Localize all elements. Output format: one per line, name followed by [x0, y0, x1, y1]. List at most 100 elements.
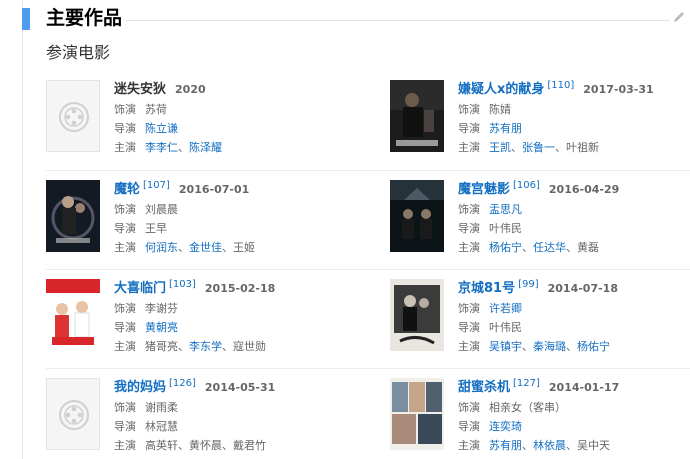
- role-label: 饰演: [458, 401, 480, 414]
- film-title[interactable]: 京城81号: [458, 281, 515, 296]
- cast-label: 主演: [458, 141, 480, 154]
- cast-text: 、寇世勋: [222, 340, 266, 353]
- citation-ref[interactable]: [107]: [143, 180, 170, 191]
- film-info: 京城81号 [99] 2014-07-18 饰演 许若卿 导演 叶伟民 主演 吴镇宇、秦海璐、杨…: [458, 279, 690, 356]
- release-date: 2014-07-18: [547, 282, 618, 295]
- director-label: 导演: [458, 321, 480, 334]
- film-title: 迷失安狄: [114, 82, 167, 97]
- cast-member-link[interactable]: 李东学: [189, 340, 222, 353]
- film-title[interactable]: 嫌疑人x的献身: [458, 82, 544, 97]
- cast-member-link[interactable]: 任达华: [533, 241, 566, 254]
- citation-ref[interactable]: [99]: [518, 279, 539, 290]
- film-title[interactable]: 大喜临门: [114, 281, 166, 296]
- role-label: 饰演: [114, 203, 136, 216]
- cast-member-link[interactable]: 秦海璐: [533, 340, 566, 353]
- film-info: 嫌疑人x的献身 [110] 2017-03-31 饰演 陈婧 导演 苏有朋 主演 王凯、张鲁一、…: [458, 80, 690, 157]
- director-name: 林冠慧: [145, 420, 178, 433]
- cast-member-link[interactable]: 陈泽耀: [189, 141, 222, 154]
- role-label: 饰演: [458, 103, 480, 116]
- film-poster[interactable]: [390, 80, 444, 152]
- film-poster[interactable]: [46, 378, 100, 450]
- film-info: 魔轮 [107] 2016-07-01 饰演 刘晨晨 导演 王早 主演 何润东、金世佳、王姬: [114, 180, 354, 257]
- citation-ref[interactable]: [103]: [169, 279, 196, 290]
- director-label: 导演: [114, 420, 136, 433]
- cast-text: 、: [511, 141, 522, 154]
- citation-ref[interactable]: [127]: [513, 378, 540, 389]
- cast-text: 高英轩、黄怀晨、戴君竹: [145, 439, 266, 452]
- film-item: 甜蜜杀机 [127] 2014-01-17 饰演 相亲女（客串） 导演 连奕琦 主演 苏有朋、林…: [390, 378, 690, 456]
- role-label: 饰演: [114, 401, 136, 414]
- section-marker: [22, 8, 30, 30]
- cast-text: 、: [522, 340, 533, 353]
- citation-ref[interactable]: [126]: [169, 378, 196, 389]
- cast-member-link[interactable]: 何润东: [145, 241, 178, 254]
- role-value[interactable]: 许若卿: [489, 302, 522, 315]
- cast-text: 、: [178, 340, 189, 353]
- release-date: 2017-03-31: [583, 83, 654, 96]
- film-title[interactable]: 魔宫魅影: [458, 182, 510, 197]
- director-label: 导演: [458, 222, 480, 235]
- director-name[interactable]: 黄朝亮: [145, 321, 178, 334]
- cast-member-link[interactable]: 杨佑宁: [577, 340, 610, 353]
- role-value: 谢雨柔: [145, 401, 178, 414]
- cast-member-link[interactable]: 金世佳: [189, 241, 222, 254]
- film-poster[interactable]: [46, 80, 100, 152]
- cast-member-link[interactable]: 林依晨: [533, 439, 566, 452]
- director-name[interactable]: 苏有朋: [489, 122, 522, 135]
- director-name: 叶伟民: [489, 321, 522, 334]
- film-item: 迷失安狄 2020 饰演 苏荷 导演 陈立谦 主演 李李仁、陈泽耀: [46, 80, 346, 158]
- cast-text: 、王姬: [222, 241, 255, 254]
- cast-member-link[interactable]: 张鲁一: [522, 141, 555, 154]
- cast-member-link[interactable]: 王凯: [489, 141, 511, 154]
- cast-label: 主演: [114, 340, 136, 353]
- film-item: 嫌疑人x的献身 [110] 2017-03-31 饰演 陈婧 导演 苏有朋 主演 王凯、张鲁一、…: [390, 80, 690, 158]
- film-title[interactable]: 魔轮: [114, 182, 140, 197]
- main-content: 主要作品 参演电影 迷失安狄 2020 饰演 苏荷 导演 陈立谦 主演 李李仁、陈泽耀 嫌疑人x…: [22, 0, 690, 459]
- film-title[interactable]: 我的妈妈: [114, 380, 166, 395]
- cast-member-link[interactable]: 苏有朋: [489, 439, 522, 452]
- section-title: 主要作品: [46, 7, 123, 29]
- role-value: 相亲女（客串）: [489, 401, 566, 414]
- release-date: 2016-04-29: [548, 183, 620, 196]
- cast-member-link[interactable]: 李李仁: [145, 141, 178, 154]
- cast-member-link[interactable]: 吴镇宇: [489, 340, 522, 353]
- film-info: 迷失安狄 2020 饰演 苏荷 导演 陈立谦 主演 李李仁、陈泽耀: [114, 80, 354, 157]
- film-poster[interactable]: [46, 279, 100, 351]
- cast-label: 主演: [458, 241, 480, 254]
- director-label: 导演: [114, 222, 136, 235]
- director-label: 导演: [114, 122, 136, 135]
- left-sidebar-strip: [0, 0, 23, 459]
- role-value[interactable]: 盂思凡: [489, 203, 522, 216]
- film-title[interactable]: 甜蜜杀机: [458, 380, 510, 395]
- release-date: 2020: [175, 83, 206, 96]
- film-poster[interactable]: [390, 180, 444, 252]
- cast-text: 猪哥亮: [145, 340, 178, 353]
- row-separator: [46, 269, 690, 270]
- role-value: 陈婧: [489, 103, 511, 116]
- director-name: 王早: [145, 222, 167, 235]
- film-item: 京城81号 [99] 2014-07-18 饰演 许若卿 导演 叶伟民 主演 吴镇宇、秦海璐、杨…: [390, 279, 690, 357]
- release-date: 2016-07-01: [178, 183, 250, 196]
- film-poster[interactable]: [390, 378, 444, 450]
- cast-text: 、: [522, 439, 533, 452]
- cast-text: 、: [178, 241, 189, 254]
- cast-label: 主演: [458, 439, 480, 452]
- role-label: 饰演: [458, 302, 480, 315]
- release-date: 2014-01-17: [548, 381, 620, 394]
- citation-ref[interactable]: [106]: [513, 180, 540, 191]
- cast-text: 、黄磊: [566, 241, 599, 254]
- director-name[interactable]: 陈立谦: [145, 122, 178, 135]
- edit-pencil-icon[interactable]: [672, 10, 686, 24]
- cast-member-link[interactable]: 杨佑宁: [489, 241, 522, 254]
- row-separator: [46, 170, 690, 171]
- film-poster[interactable]: [46, 180, 100, 252]
- film-info: 魔宫魅影 [106] 2016-04-29 饰演 盂思凡 导演 叶伟民 主演 杨佑宁、任达华、黄…: [458, 180, 690, 257]
- film-info: 我的妈妈 [126] 2014-05-31 饰演 谢雨柔 导演 林冠慧 主演 高英轩、黄怀晨、戴…: [114, 378, 354, 455]
- director-name[interactable]: 连奕琦: [489, 420, 522, 433]
- row-separator: [46, 368, 690, 369]
- film-poster[interactable]: [390, 279, 444, 351]
- citation-ref[interactable]: [110]: [547, 80, 574, 91]
- cast-text: 、吴中天: [566, 439, 610, 452]
- cast-label: 主演: [458, 340, 480, 353]
- section-header: 主要作品: [22, 6, 690, 30]
